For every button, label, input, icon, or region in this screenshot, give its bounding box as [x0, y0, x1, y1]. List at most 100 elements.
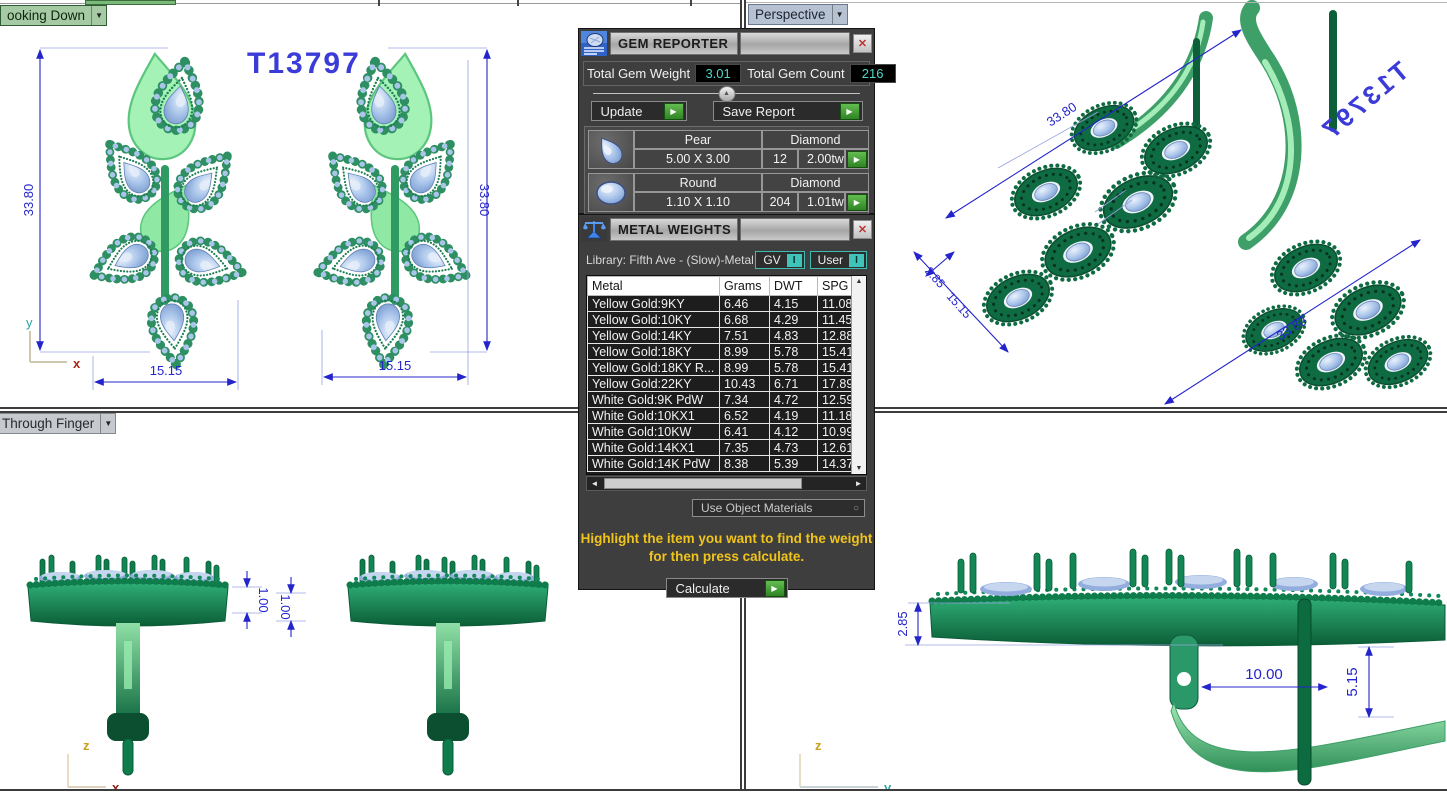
metal-spg[interactable]: 11.45	[818, 312, 852, 328]
metal-row[interactable]: White Gold:10KW6.414.1210.99	[588, 424, 852, 440]
metal-spg[interactable]: 11.08	[818, 296, 852, 312]
metal-row[interactable]: Yellow Gold:22KY10.436.7117.89	[588, 376, 852, 392]
user-indicator-icon[interactable]: I	[849, 254, 864, 267]
metal-row[interactable]: Yellow Gold:18KY8.995.7815.41	[588, 344, 852, 360]
metal-spg[interactable]: 12.59	[818, 392, 852, 408]
table-horizontal-scrollbar[interactable]: ◄ ►	[586, 476, 867, 491]
scroll-up-icon[interactable]: ▲	[856, 278, 863, 285]
metal-name[interactable]: Yellow Gold:14KY	[588, 328, 720, 344]
metal-spg[interactable]: 11.18	[818, 408, 852, 424]
gem-detail-button[interactable]: ▶	[845, 149, 869, 169]
metal-dwt[interactable]: 5.78	[770, 344, 818, 360]
metal-name[interactable]: White Gold:9K PdW	[588, 392, 720, 408]
metal-dwt[interactable]: 4.15	[770, 296, 818, 312]
gem-size: 1.10 X 1.10	[634, 192, 762, 212]
metal-spg[interactable]: 15.41	[818, 360, 852, 376]
metal-row[interactable]: White Gold:9K PdW7.344.7212.59	[588, 392, 852, 408]
close-icon[interactable]: ✕	[853, 34, 872, 53]
metal-dwt[interactable]: 4.83	[770, 328, 818, 344]
metal-dwt[interactable]: 4.19	[770, 408, 818, 424]
col-dwt[interactable]: DWT	[770, 277, 818, 296]
viewport-menu-arrow-icon[interactable]: ▼	[91, 6, 106, 25]
update-button[interactable]: Update ▶	[591, 101, 687, 121]
use-object-materials-dropdown[interactable]: Use Object Materials ○	[692, 499, 865, 517]
metal-spg[interactable]: 12.88	[818, 328, 852, 344]
scrollbar-thumb[interactable]	[604, 478, 802, 489]
metal-grams[interactable]: 10.43	[720, 376, 770, 392]
gem-row-round[interactable]: Round Diamond 1.10 X 1.10 204 1.01tw ▶	[588, 173, 865, 212]
scroll-left-icon[interactable]: ◄	[587, 479, 602, 488]
metal-weights-title[interactable]: METAL WEIGHTS	[610, 218, 738, 241]
metal-row[interactable]: Yellow Gold:18KY R...8.995.7815.41	[588, 360, 852, 376]
close-icon[interactable]: ✕	[853, 220, 872, 239]
viewport-label-looking-down[interactable]: ooking Down ▼	[0, 5, 107, 26]
viewport-label-perspective[interactable]: Perspective ▼	[748, 4, 848, 25]
metal-name[interactable]: White Gold:14K PdW	[588, 456, 720, 472]
metal-name[interactable]: Yellow Gold:18KY R...	[588, 360, 720, 376]
metal-grams[interactable]: 6.41	[720, 424, 770, 440]
gem-reporter-header-spacer[interactable]	[740, 32, 850, 55]
viewport-menu-arrow-icon[interactable]: ▼	[832, 5, 847, 24]
gem-reporter-header[interactable]: GEM REPORTER ✕	[579, 29, 874, 58]
col-spg[interactable]: SPG	[818, 277, 852, 296]
metal-row[interactable]: White Gold:14KX17.354.7312.61	[588, 440, 852, 456]
gv-indicator-icon[interactable]: I	[787, 254, 802, 267]
metal-grams[interactable]: 8.38	[720, 456, 770, 472]
metal-grams[interactable]: 6.52	[720, 408, 770, 424]
metal-name[interactable]: Yellow Gold:22KY	[588, 376, 720, 392]
metal-weights-header[interactable]: METAL WEIGHTS ✕	[579, 215, 874, 244]
col-grams[interactable]: Grams	[720, 277, 770, 296]
metal-name[interactable]: White Gold:14KX1	[588, 440, 720, 456]
table-vertical-scrollbar[interactable]: ▲ ▼	[851, 276, 866, 474]
metal-grams[interactable]: 7.35	[720, 440, 770, 456]
gem-go-icon[interactable]: ▶	[847, 194, 867, 211]
metal-name[interactable]: Yellow Gold:18KY	[588, 344, 720, 360]
metal-spg[interactable]: 14.37	[818, 456, 852, 472]
col-metal[interactable]: Metal	[588, 277, 720, 296]
metal-spg[interactable]: 12.61	[818, 440, 852, 456]
collapse-button[interactable]: ▲	[718, 86, 735, 102]
gem-totals-row: Total Gem Weight 3.01 Total Gem Count 21…	[583, 61, 870, 86]
user-toggle[interactable]: User I	[810, 251, 867, 269]
save-report-button[interactable]: Save Report ▶	[713, 101, 863, 121]
gem-detail-button[interactable]: ▶	[845, 192, 869, 212]
viewport-menu-arrow-icon[interactable]: ▼	[100, 414, 115, 433]
metal-row[interactable]: White Gold:10KX16.524.1911.18	[588, 408, 852, 424]
metal-dwt[interactable]: 5.78	[770, 360, 818, 376]
metal-spg[interactable]: 10.99	[818, 424, 852, 440]
save-report-go-icon[interactable]: ▶	[840, 103, 860, 120]
gv-toggle[interactable]: GV I	[755, 251, 804, 269]
metal-row[interactable]: White Gold:14K PdW8.385.3914.37	[588, 456, 852, 472]
metal-grams[interactable]: 6.46	[720, 296, 770, 312]
metal-grams[interactable]: 6.68	[720, 312, 770, 328]
scroll-down-icon[interactable]: ▼	[856, 465, 863, 472]
metal-dwt[interactable]: 5.39	[770, 456, 818, 472]
metal-dwt[interactable]: 4.72	[770, 392, 818, 408]
metal-dwt[interactable]: 4.29	[770, 312, 818, 328]
metal-name[interactable]: Yellow Gold:10KY	[588, 312, 720, 328]
metal-row[interactable]: Yellow Gold:10KY6.684.2911.45	[588, 312, 852, 328]
metal-grams[interactable]: 7.34	[720, 392, 770, 408]
gem-reporter-title[interactable]: GEM REPORTER	[610, 32, 738, 55]
metal-grams[interactable]: 8.99	[720, 344, 770, 360]
gem-go-icon[interactable]: ▶	[847, 151, 867, 168]
viewport-label-through-finger[interactable]: Through Finger ▼	[0, 413, 116, 434]
update-go-icon[interactable]: ▶	[664, 103, 684, 120]
metal-spg[interactable]: 15.41	[818, 344, 852, 360]
scroll-right-icon[interactable]: ►	[851, 479, 866, 488]
metal-dwt[interactable]: 4.73	[770, 440, 818, 456]
gem-row-pear[interactable]: Pear Diamond 5.00 X 3.00 12 2.00tw ▶	[588, 130, 865, 169]
metal-dwt[interactable]: 4.12	[770, 424, 818, 440]
metal-grams[interactable]: 8.99	[720, 360, 770, 376]
metal-grams[interactable]: 7.51	[720, 328, 770, 344]
metal-name[interactable]: Yellow Gold:9KY	[588, 296, 720, 312]
metal-spg[interactable]: 17.89	[818, 376, 852, 392]
metal-weights-header-spacer[interactable]	[740, 218, 850, 241]
metal-row[interactable]: Yellow Gold:9KY6.464.1511.08	[588, 296, 852, 312]
metal-row[interactable]: Yellow Gold:14KY7.514.8312.88	[588, 328, 852, 344]
calculate-go-icon[interactable]: ▶	[765, 580, 785, 597]
calculate-button[interactable]: Calculate ▶	[666, 578, 788, 598]
metal-dwt[interactable]: 6.71	[770, 376, 818, 392]
metal-name[interactable]: White Gold:10KW	[588, 424, 720, 440]
metal-name[interactable]: White Gold:10KX1	[588, 408, 720, 424]
